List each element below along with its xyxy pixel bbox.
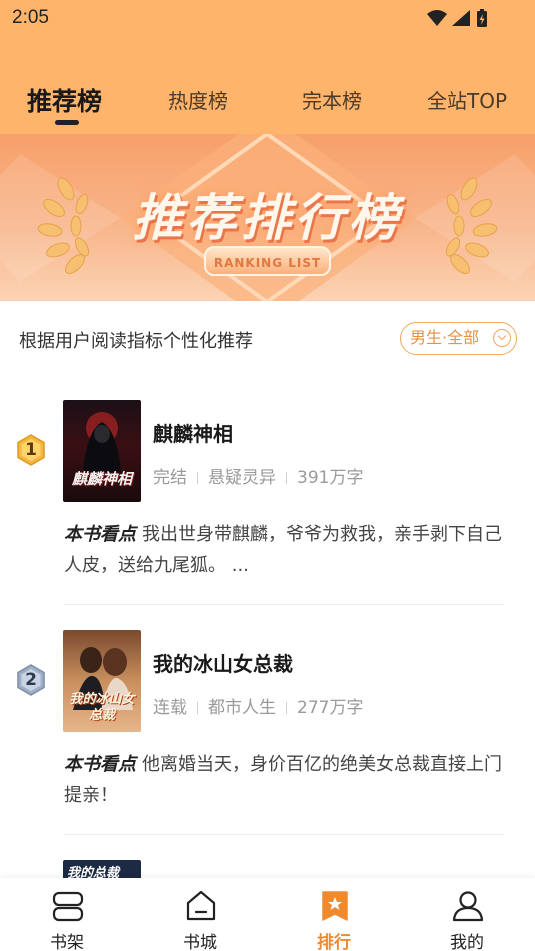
book-status: 完结 bbox=[153, 468, 187, 488]
book-status: 连载 bbox=[153, 698, 187, 718]
tab-completed[interactable]: 完本榜 bbox=[302, 85, 362, 114]
nav-profile[interactable]: 我的 bbox=[417, 878, 517, 951]
nav-bookstore-label: 书城 bbox=[183, 933, 217, 951]
book-description: 本书看点 我出世身带麒麟，爷爷为救我，亲手剥下自己人皮，送给九尾狐。 ... bbox=[64, 519, 504, 581]
book-cover[interactable]: 麒麟神相 bbox=[63, 400, 141, 502]
nav-bookstore[interactable]: 书城 bbox=[150, 878, 250, 951]
gender-category-filter[interactable]: 男生·全部 bbox=[400, 322, 517, 355]
ranking-banner: 推荐排行榜 RANKING LIST bbox=[0, 134, 535, 301]
recommendation-hint: 根据用户阅读指标个性化推荐 bbox=[19, 331, 253, 352]
tab-site-top[interactable]: 全站TOP bbox=[427, 85, 507, 114]
active-tab-indicator bbox=[55, 120, 79, 125]
bookstore-icon bbox=[186, 890, 216, 921]
book-meta: 完结 悬疑灵异 391万字 bbox=[153, 463, 363, 488]
profile-icon bbox=[452, 891, 484, 922]
divider bbox=[64, 604, 504, 605]
bookshelf-icon bbox=[52, 891, 84, 922]
nav-ranking[interactable]: 排行 bbox=[284, 878, 384, 951]
cover-title: 麒麟神相 bbox=[71, 470, 132, 488]
divider bbox=[64, 834, 504, 835]
ranking-tab-bar: 推荐榜 热度榜 完本榜 全站TOP bbox=[0, 36, 535, 134]
nav-bookshelf-label: 书架 bbox=[50, 933, 84, 951]
book-meta: 连载 都市人生 277万字 bbox=[153, 693, 363, 718]
banner-ribbon: RANKING LIST bbox=[204, 246, 331, 276]
banner-title: 推荐排行榜 bbox=[132, 189, 403, 247]
book-genre: 悬疑灵异 bbox=[208, 468, 276, 488]
book-genre: 都市人生 bbox=[208, 698, 276, 718]
nav-bookshelf[interactable]: 书架 bbox=[17, 878, 117, 951]
book-word-count: 391万字 bbox=[297, 468, 364, 488]
book-title[interactable]: 我的冰山女总裁 bbox=[153, 648, 293, 677]
book-title[interactable]: 麒麟神相 bbox=[153, 418, 233, 447]
nav-profile-label: 我的 bbox=[450, 933, 484, 951]
nav-ranking-label: 排行 bbox=[317, 933, 351, 951]
book-word-count: 277万字 bbox=[297, 698, 364, 718]
status-bar: 2:05 bbox=[0, 0, 535, 36]
cover-title: 我的冰山女总裁 bbox=[69, 692, 135, 723]
rank-number: 2 bbox=[25, 670, 37, 690]
tab-recommend[interactable]: 推荐榜 bbox=[27, 82, 102, 118]
book-description: 本书看点 他离婚当天，身价百亿的绝美女总裁直接上门提亲！ bbox=[64, 749, 504, 811]
filter-label: 男生·全部 bbox=[410, 328, 480, 347]
status-time: 2:05 bbox=[12, 7, 49, 28]
bottom-navigation: 书架 书城 排行 我的 bbox=[0, 878, 535, 951]
book-cover[interactable]: 我的总裁 bbox=[63, 860, 141, 880]
wifi-icon bbox=[427, 10, 447, 26]
rank-number: 1 bbox=[25, 440, 37, 460]
tab-popular[interactable]: 热度榜 bbox=[168, 85, 228, 114]
highlight-label: 本书看点 bbox=[64, 524, 136, 545]
signal-icon bbox=[452, 10, 470, 26]
status-icons bbox=[427, 9, 487, 27]
highlight-label: 本书看点 bbox=[64, 754, 136, 775]
ranking-icon bbox=[322, 891, 348, 921]
book-cover[interactable]: 我的冰山女总裁 bbox=[63, 630, 141, 732]
chevron-down-icon bbox=[493, 329, 511, 347]
